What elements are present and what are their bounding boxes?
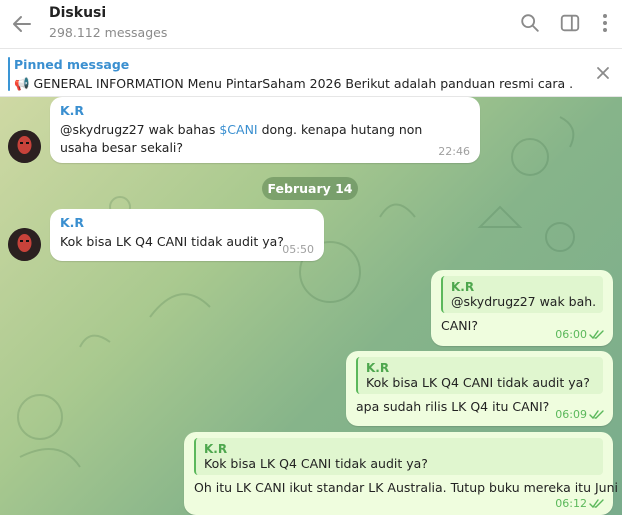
reply-quote[interactable]: K.R Kok bisa LK Q4 CANI tidak audit ya?: [356, 357, 603, 394]
message-text: Kok bisa LK Q4 CANI tidak audit ya?: [60, 234, 284, 249]
close-icon[interactable]: [594, 64, 612, 82]
reply-quote[interactable]: K.R @skydrugz27 wak bah...: [441, 276, 603, 313]
message-time: 06:00: [555, 328, 587, 341]
double-check-icon: [589, 410, 604, 420]
message-bubble[interactable]: K.R Kok bisa LK Q4 CANI tidak audit ya? …: [184, 432, 618, 515]
message-text: @skydrugz27 wak bahas $CANI dong. kenapa…: [60, 121, 440, 157]
avatar[interactable]: [8, 130, 41, 163]
pinned-message-bar[interactable]: Pinned message 📢 GENERAL INFORMATION Men…: [0, 50, 622, 97]
sender-name[interactable]: K.R: [60, 103, 470, 118]
chat-header: Diskusi 298.112 messages: [0, 0, 622, 49]
chat-title[interactable]: Diskusi: [49, 5, 106, 21]
avatar[interactable]: [8, 228, 41, 261]
reply-text: @skydrugz27 wak bah...: [451, 294, 595, 309]
more-vertical-icon[interactable]: [594, 12, 616, 34]
double-check-icon: [589, 330, 604, 340]
reply-sender: K.R: [366, 361, 390, 375]
message-time: 06:12: [555, 497, 587, 510]
reply-text: Kok bisa LK Q4 CANI tidak audit ya?: [204, 456, 428, 471]
message-bubble[interactable]: K.R @skydrugz27 wak bah... CANI? 06:00: [431, 270, 613, 346]
message-time: 05:50: [282, 243, 314, 256]
reply-text: Kok bisa LK Q4 CANI tidak audit ya?: [366, 375, 590, 390]
message-bubble[interactable]: K.R Kok bisa LK Q4 CANI tidak audit ya? …: [50, 209, 324, 261]
message-time: 06:09: [555, 408, 587, 421]
message-text: Oh itu LK CANI ikut standar LK Australia…: [194, 480, 618, 495]
message-bubble[interactable]: K.R @skydrugz27 wak bahas $CANI dong. ke…: [50, 97, 480, 163]
pinned-label: Pinned message: [14, 57, 130, 72]
reply-sender: K.R: [451, 280, 475, 294]
message-time: 22:46: [438, 145, 470, 158]
search-icon[interactable]: [519, 12, 541, 34]
sender-name[interactable]: K.R: [60, 215, 314, 230]
reply-sender: K.R: [204, 442, 228, 456]
double-check-icon: [589, 499, 604, 509]
cashtag-link[interactable]: $CANI: [219, 122, 257, 137]
message-count: 298.112 messages: [49, 25, 168, 40]
date-separator: February 14: [262, 177, 358, 200]
pinned-text: 📢 GENERAL INFORMATION Menu PintarSaham 2…: [14, 76, 574, 91]
message-bubble[interactable]: K.R Kok bisa LK Q4 CANI tidak audit ya? …: [346, 351, 613, 426]
sidebar-toggle-icon[interactable]: [559, 12, 581, 34]
back-arrow-icon[interactable]: [10, 12, 34, 36]
reply-quote[interactable]: K.R Kok bisa LK Q4 CANI tidak audit ya?: [194, 438, 603, 475]
message-text-prefix: @skydrugz27 wak bahas: [60, 122, 220, 137]
chat-area[interactable]: K.R @skydrugz27 wak bahas $CANI dong. ke…: [0, 97, 622, 515]
pinned-accent-bar: [8, 57, 10, 91]
